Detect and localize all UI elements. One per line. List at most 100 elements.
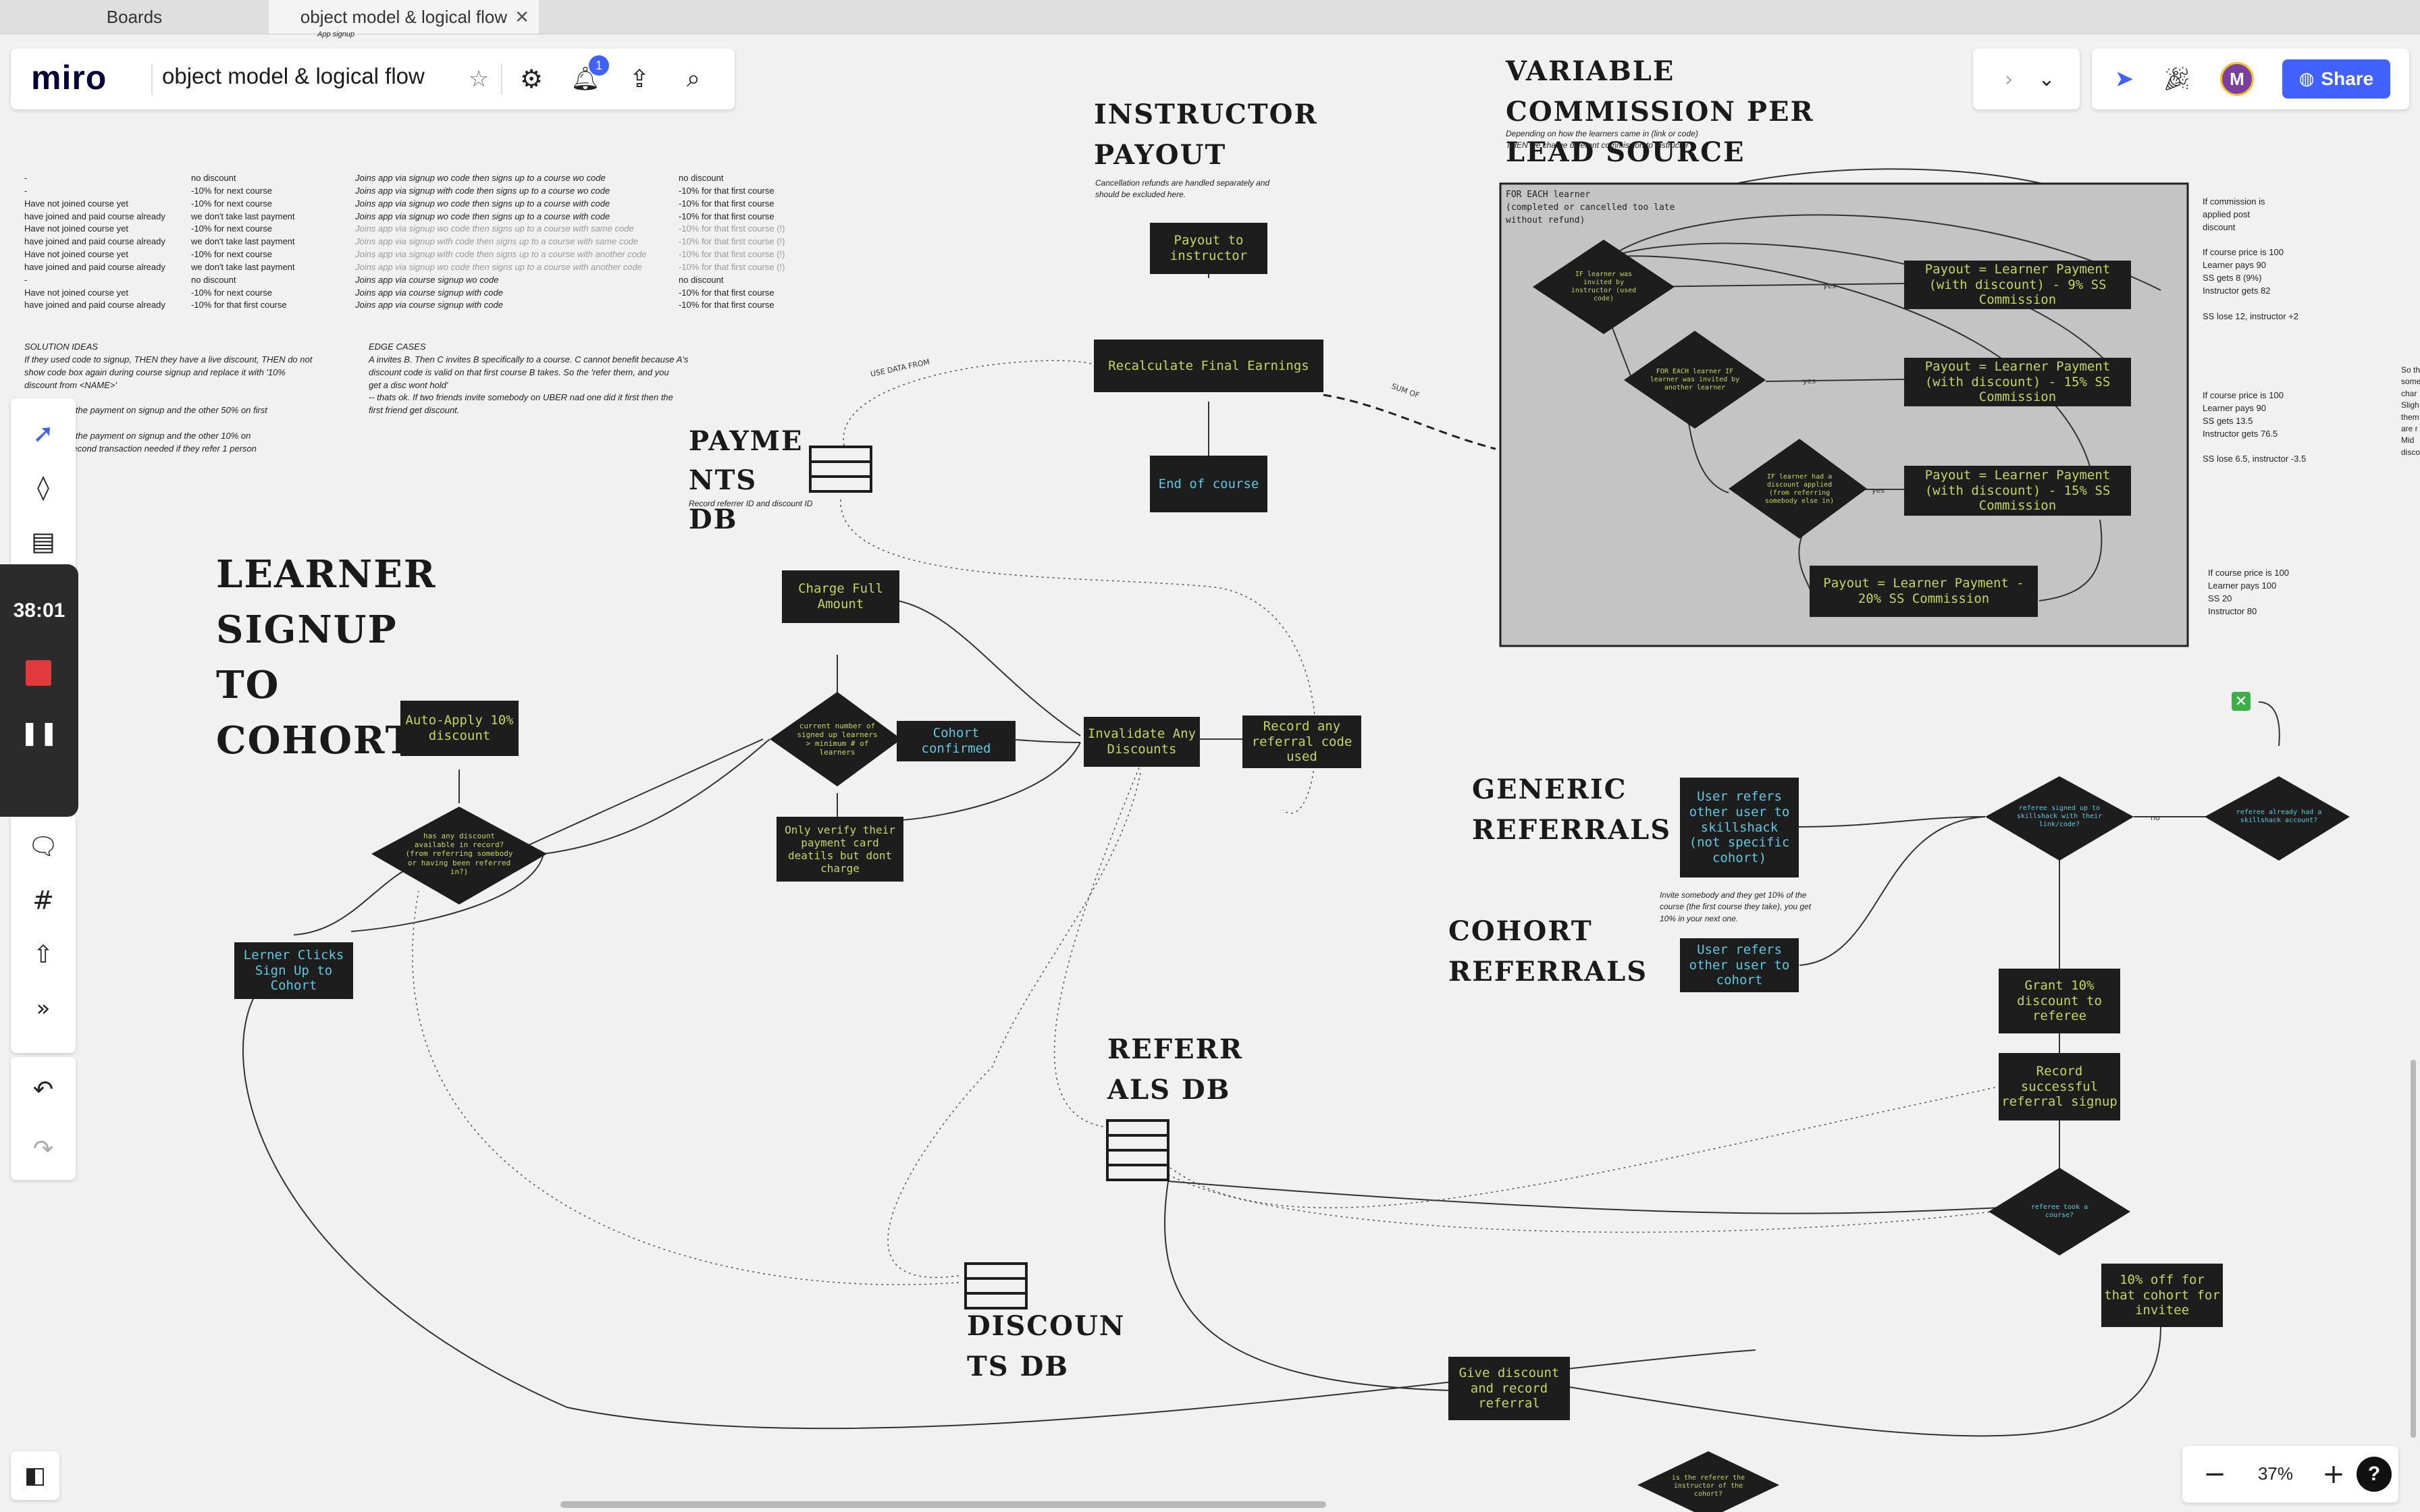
tab-boards[interactable]: Boards [0,0,269,34]
generic-referral-note: Invite somebody and they get 10% of the … [1660,890,1812,923]
redo-icon[interactable]: ↷ [24,1130,62,1168]
more-tools-icon[interactable]: » [24,990,62,1027]
share-button[interactable]: ◍ Share [2282,59,2390,99]
box-only-verify[interactable]: Only verify their payment card deatils b… [777,817,903,882]
sidebar-toggle-icon[interactable]: ◧ [16,1457,54,1494]
box-auto-apply[interactable]: Auto-Apply 10% discount [400,701,519,756]
select-cursor-icon[interactable]: ➚ [24,414,62,452]
edge-cases-note: EDGE CASES A invites B. Then C invites B… [369,342,689,416]
board-canvas[interactable]: ✕ USE DATA FROM SUM OF yes yes yes no Ap… [0,30,2420,1512]
star-icon[interactable]: ☆ [462,62,496,96]
box-payout-15b[interactable]: Payout = Learner Payment (with discount)… [1904,466,2131,516]
frame-icon[interactable]: # [24,882,62,919]
commission-side-note-2: If course price is 100 Learner pays 90 S… [2203,390,2307,464]
shapes-icon[interactable]: ◊ [24,468,62,506]
box-record-successful[interactable]: Record successful referral signup [1999,1053,2120,1120]
box-give-discount[interactable]: Give discount and record referral [1448,1357,1570,1420]
avatar[interactable]: M [2220,62,2254,96]
box-payout-9[interactable]: Payout = Learner Payment (with discount)… [1904,261,2131,309]
tab-object-model[interactable]: object model & logical flow ✕ [269,0,539,34]
table-col-discount: no discount -10% for next course -10% for … [191,173,295,310]
horizontal-scrollbar[interactable] [560,1501,1326,1508]
variable-commission-note: Depending on how the learners came in (l… [1506,129,1698,151]
search-icon[interactable]: ⌕ [677,62,710,96]
use-data-from-label: USE DATA FROM [870,358,930,379]
arrow-label-yes: yes [1872,486,1885,495]
celebrate-icon[interactable]: 🎉︎ [2159,62,2194,96]
undo-redo-panel: ↶ ↷ [11,1057,76,1180]
box-payout-instructor[interactable]: Payout to instructor [1150,223,1267,274]
zoom-in-icon[interactable]: + [2315,1455,2352,1493]
edge-cut-note: So th some char Sligh them are r Mid dis… [2401,365,2420,457]
box-cohort-confirmed[interactable]: Cohort confirmed [897,721,1016,761]
arrow-label-yes: yes [1823,281,1836,290]
heading-instructor-payout: INSTRUCTOR PAYOUT [1094,99,1318,171]
diamond-text-has-discount: has any discount available in record? (f… [405,832,513,876]
tab-label: Boards [106,6,163,27]
zoom-panel: − 37% + ? [2182,1446,2398,1503]
tab-label: object model & logical flow [300,6,508,27]
commission-side-note-3: If course price is 100 Learner pays 100 … [2208,568,2289,616]
heading-referrals-db: REFERR ALS DB [1107,1033,1244,1106]
arrow-label-yes: yes [1803,377,1816,385]
diamond-text-referee-took: referee took a course? [2030,1204,2088,1219]
upload-icon[interactable]: ⇧ [24,936,62,973]
panel-toggle: ◧ [11,1451,59,1500]
breadcrumb-note: App signup [317,30,355,38]
left-toolbar-bottom: 🗨︎ # ⇧ » [11,817,76,1053]
templates-icon[interactable]: ▤ [24,522,62,560]
box-grant-10[interactable]: Grant 10% discount to referee [1999,969,2120,1033]
box-charge-full[interactable]: Charge Full Amount [782,570,899,623]
chevron-right-icon[interactable]: › [1992,62,2026,96]
payments-db-note: Record referrer ID and discount ID [689,499,813,508]
table-col-state: - - Have not joined course yet have joined … [24,173,165,310]
undo-icon[interactable]: ↶ [24,1071,62,1108]
settings-gear-icon[interactable]: ⚙ [515,62,548,96]
svg-text:✕: ✕ [2235,693,2247,710]
heading-payments-db: PAYME NTS DB [689,425,804,535]
divider [501,63,502,94]
comment-icon[interactable]: 🗨︎ [24,828,62,865]
box-payout-20[interactable]: Payout = Learner Payment - 20% SS Commis… [1810,566,2038,617]
timer-panel: 38:01 ❚❚ [0,564,78,817]
box-end-of-course[interactable]: End of course [1150,456,1267,512]
box-recalculate[interactable]: Recalculate Final Earnings [1094,340,1323,392]
stop-recording-icon[interactable] [26,660,51,686]
heading-generic-referrals: GENERIC REFERRALS [1472,774,1672,846]
cursor-follow-icon[interactable]: ➤ [2107,62,2142,96]
zoom-level[interactable]: 37% [2240,1463,2311,1484]
box-payout-15a[interactable]: Payout = Learner Payment (with discount)… [1904,358,2131,406]
diamond-text-referee-already: referee already had a skillshack account… [2236,809,2322,824]
box-record-referral-code[interactable]: Record any referral code used [1242,716,1361,768]
notification-badge: 1 [589,55,609,76]
export-upload-icon[interactable]: ⇪ [623,62,656,96]
board-header-panel: miro object model & logical flow ☆ ⚙ 🔔︎ … [11,49,735,109]
diamond-text-discount-applied: IF learner had a discount applied (from … [1764,473,1835,505]
browser-tab-bar: Boards object model & logical flow ✕ [0,0,2420,34]
heading-discounts-db: DISCOUN TS DB [967,1310,1126,1382]
globe-icon: ◍ [2298,69,2315,89]
double-chevron-down-icon[interactable]: ⌄ [2030,62,2063,96]
pause-icon[interactable]: ❚❚ [20,714,59,752]
diamond-text-invited-by-another: FOR EACH learner IF learner was invited … [1650,367,1740,392]
commission-side-note-1: If commission is applied post discount I… [2203,196,2298,321]
sum-of-label: SUM OF [1390,382,1421,400]
box-user-refers-generic[interactable]: User refers other user to skillshack (no… [1680,778,1799,878]
box-ten-off[interactable]: 10% off for that cohort for invitee [2101,1264,2223,1327]
collaboration-panel: ➤ 🎉︎ M ◍ Share [2092,49,2409,109]
box-user-refers-cohort[interactable]: User refers other user to cohort [1680,938,1799,992]
collapse-panel: › ⌄ [1973,49,2080,109]
miro-logo[interactable]: miro [31,58,107,97]
box-invalidate[interactable]: Invalidate Any Discounts [1084,717,1200,767]
arrow-label-no: no [2151,813,2160,822]
zoom-out-icon[interactable]: − [2196,1455,2234,1493]
help-icon[interactable]: ? [2357,1457,2392,1492]
timer-display: 38:01 [13,599,65,622]
table-col-result: no discount -10% for that first course -10… [679,173,785,310]
box-lerner-clicks[interactable]: Lerner Clicks Sign Up to Cohort [234,942,353,999]
diamond-text-invited-by-instructor: IF learner was invited by instructor (us… [1571,271,1637,302]
board-title[interactable]: object model & logical flow [162,63,425,89]
vertical-scrollbar[interactable] [2411,1060,2416,1438]
share-label: Share [2321,68,2374,89]
close-icon[interactable]: ✕ [515,7,529,28]
